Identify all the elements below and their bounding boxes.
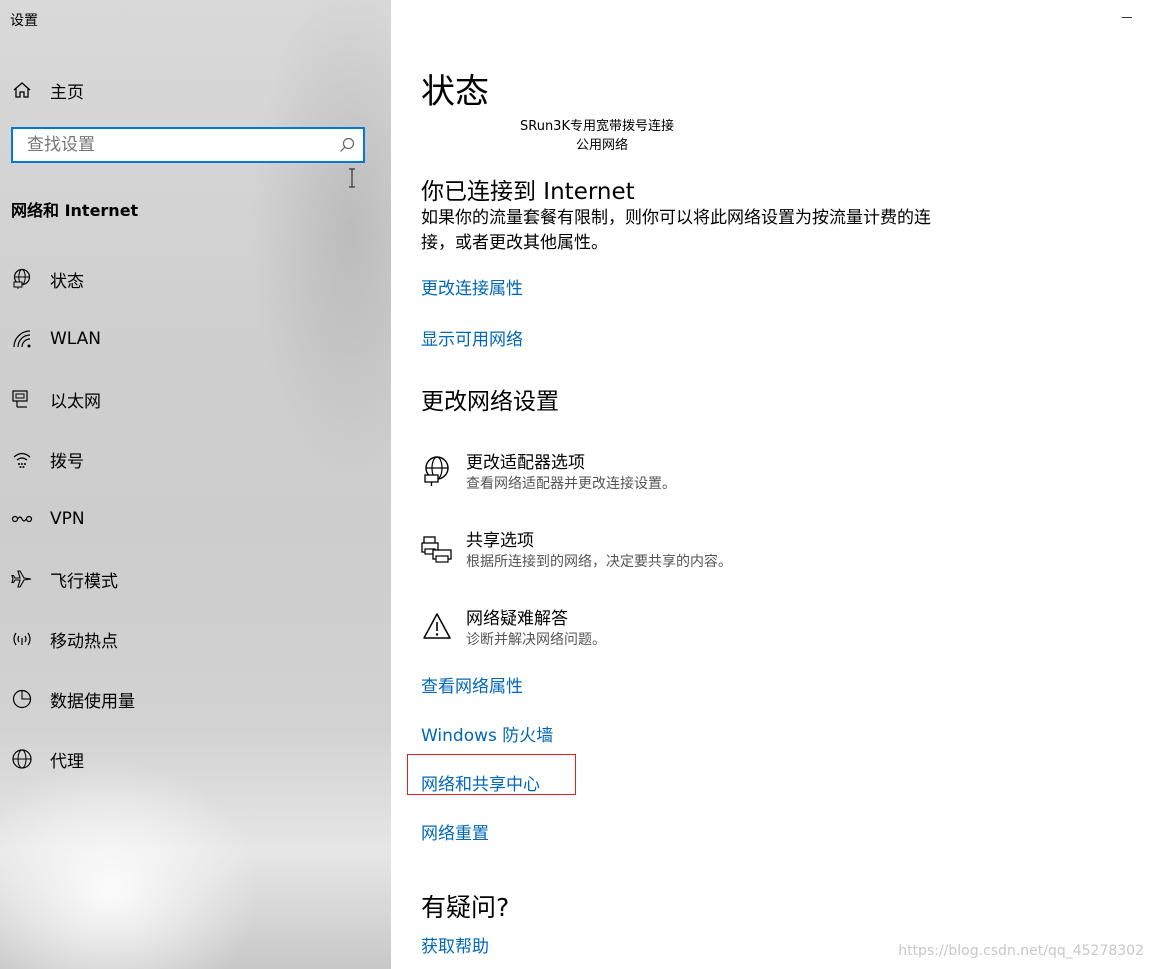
dialup-icon: [10, 447, 34, 471]
sidebar-item-label: VPN: [50, 509, 85, 529]
app-title: 设置: [10, 13, 38, 29]
sidebar-item-label: 数据使用量: [50, 691, 135, 712]
sidebar-item-hotspot[interactable]: 移动热点: [10, 624, 118, 654]
network-reset-link[interactable]: 网络重置: [421, 819, 489, 844]
sidebar-home[interactable]: 主页: [10, 76, 84, 104]
option-title: 网络疑难解答: [466, 609, 568, 629]
section-title: 网络和 Internet: [11, 201, 139, 220]
sidebar-item-label: 飞行模式: [50, 571, 118, 592]
change-connection-properties-link[interactable]: 更改连接属性: [421, 274, 523, 299]
globe-icon: [10, 747, 34, 771]
sidebar-item-label: 移动热点: [50, 631, 118, 652]
show-available-networks-link[interactable]: 显示可用网络: [421, 325, 523, 350]
search-box[interactable]: [11, 127, 365, 163]
data-usage-icon: [10, 687, 34, 711]
page-title: 状态: [421, 72, 489, 112]
sidebar-item-ethernet[interactable]: 以太网: [10, 384, 101, 414]
sidebar-item-proxy[interactable]: 代理: [10, 744, 84, 774]
view-network-properties-link[interactable]: 查看网络属性: [421, 672, 523, 697]
sidebar-item-airplane[interactable]: 飞行模式: [10, 564, 118, 594]
sidebar-item-label: 代理: [50, 751, 84, 772]
change-network-settings-heading: 更改网络设置: [421, 389, 559, 415]
globe-monitor-icon: [10, 267, 34, 291]
text-cursor-icon: [347, 168, 357, 193]
option-title: 共享选项: [466, 531, 534, 551]
search-input[interactable]: [25, 134, 329, 156]
sidebar-item-label: 拨号: [50, 451, 84, 472]
vpn-icon: [10, 507, 34, 531]
watermark: https://blog.csdn.net/qq_45278302: [898, 943, 1144, 959]
get-help-link[interactable]: 获取帮助: [421, 932, 489, 957]
sidebar-item-wlan[interactable]: WLAN: [10, 324, 101, 354]
network-sharing-center-link[interactable]: 网络和共享中心: [421, 770, 540, 795]
option-description: 诊断并解决网络问题。: [466, 632, 606, 648]
option-description: 查看网络适配器并更改连接设置。: [466, 476, 676, 492]
sharing-printer-icon: [421, 530, 453, 570]
connection-type: 公用网络: [576, 138, 629, 153]
sidebar-item-status[interactable]: 状态: [10, 264, 84, 294]
warning-triangle-icon: [421, 608, 453, 648]
main-content: 状态 SRun3K专用宽带拨号连接 公用网络 你已连接到 Internet 如果…: [391, 0, 1154, 969]
minimize-button[interactable]: [1122, 6, 1134, 18]
question-heading: 有疑问?: [421, 893, 510, 922]
connected-description: 如果你的流量套餐有限制，则你可以将此网络设置为按流量计费的连接，或者更改其他属性…: [421, 208, 931, 253]
sidebar-item-vpn[interactable]: VPN: [10, 504, 85, 534]
connected-heading: 你已连接到 Internet: [421, 179, 635, 205]
option-title: 更改适配器选项: [466, 453, 585, 473]
option-sharing[interactable]: 共享选项 根据所连接到的网络，决定要共享的内容。: [421, 530, 732, 572]
windows-firewall-link[interactable]: Windows 防火墙: [421, 721, 553, 746]
sidebar-item-label: 以太网: [50, 391, 101, 412]
ethernet-icon: [10, 387, 34, 411]
sidebar: 设置 主页 网络和 Internet 状态 WLAN 以太网: [0, 0, 391, 969]
connection-name: SRun3K专用宽带拨号连接: [520, 119, 674, 134]
option-adapter[interactable]: 更改适配器选项 查看网络适配器并更改连接设置。: [421, 452, 676, 494]
option-troubleshoot[interactable]: 网络疑难解答 诊断并解决网络问题。: [421, 608, 606, 650]
sidebar-home-label: 主页: [50, 82, 84, 103]
wifi-icon: [10, 327, 34, 351]
sidebar-item-label: WLAN: [50, 329, 102, 349]
sidebar-item-label: 状态: [50, 271, 84, 292]
airplane-icon: [10, 567, 34, 591]
home-icon: [10, 78, 34, 102]
adapter-globe-icon: [421, 452, 453, 492]
sidebar-item-data-usage[interactable]: 数据使用量: [10, 684, 135, 714]
search-icon[interactable]: [339, 137, 355, 157]
option-description: 根据所连接到的网络，决定要共享的内容。: [466, 554, 732, 570]
hotspot-icon: [10, 627, 34, 651]
sidebar-item-dialup[interactable]: 拨号: [10, 444, 84, 474]
